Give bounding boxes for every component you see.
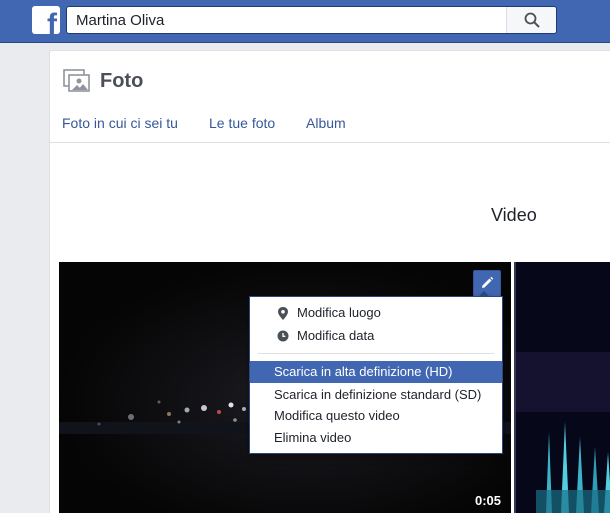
page-title: Foto (100, 70, 144, 92)
facebook-logo-letter: f (47, 8, 57, 35)
photos-icon (63, 69, 90, 92)
search-box (66, 6, 557, 34)
video-options-menu: Modifica luogo Modifica data Scarica in … (249, 291, 503, 454)
tab-your-photos[interactable]: Le tue foto (209, 115, 275, 131)
pencil-icon (482, 276, 494, 288)
menu-item-download-sd[interactable]: Scarica in definizione standard (SD) (250, 384, 502, 406)
menu-item-edit-date[interactable]: Modifica data (250, 325, 502, 347)
video-duration: 0:05 (474, 493, 501, 508)
search-input[interactable] (67, 7, 507, 33)
search-button[interactable] (506, 7, 556, 33)
clock-icon (277, 330, 289, 342)
tab-photos-of-you[interactable]: Foto in cui ci sei tu (62, 115, 178, 131)
search-icon (524, 12, 540, 28)
menu-separator (258, 353, 494, 354)
menu-item-delete-video[interactable]: Elimina video (250, 427, 502, 449)
menu-item-label: Modifica data (297, 328, 375, 343)
location-pin-icon (278, 307, 288, 320)
menu-item-edit-location[interactable]: Modifica luogo (250, 302, 502, 324)
menu-item-edit-video[interactable]: Modifica questo video (250, 405, 502, 427)
top-bar: f (0, 0, 610, 43)
fountain-image (516, 262, 610, 513)
section-title: Video (491, 205, 537, 225)
facebook-logo[interactable]: f (32, 6, 60, 34)
divider (50, 142, 610, 143)
menu-item-download-hd[interactable]: Scarica in alta definizione (HD) (250, 361, 502, 383)
video-thumbnail-next[interactable] (514, 262, 610, 513)
tab-albums[interactable]: Album (306, 115, 346, 131)
menu-item-label: Modifica luogo (297, 305, 381, 320)
